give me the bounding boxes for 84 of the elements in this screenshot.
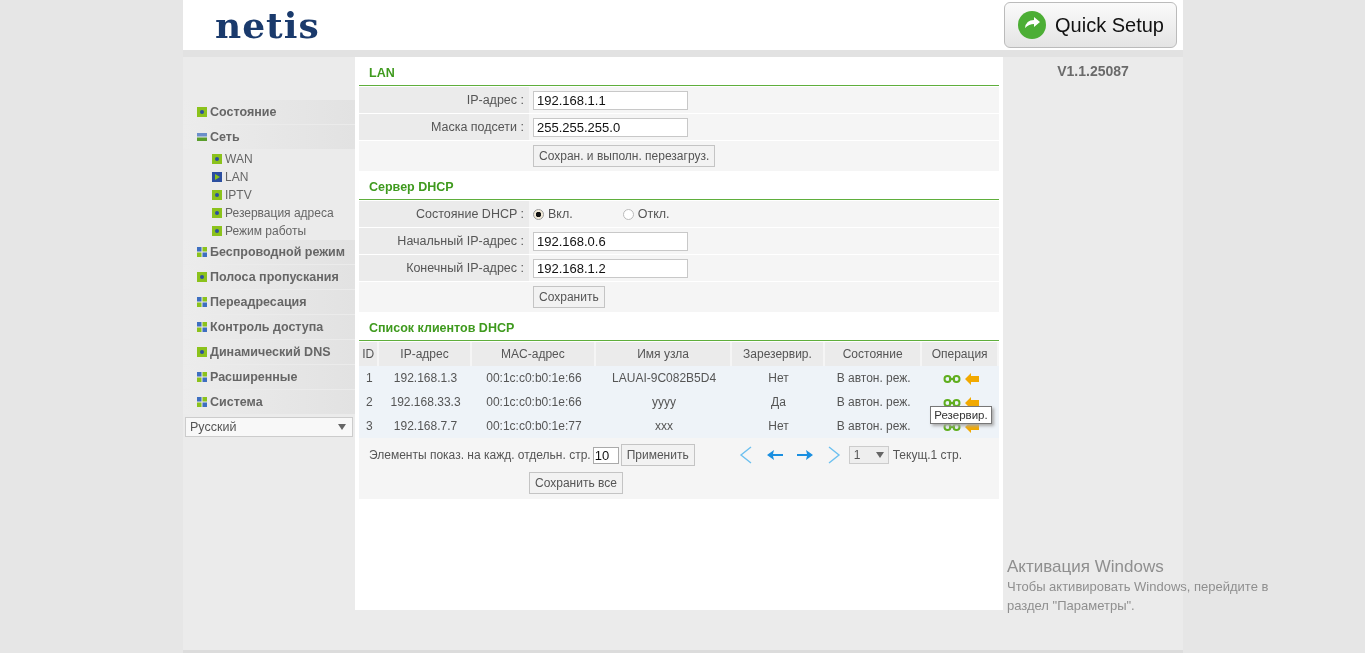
table-cell: В автон. реж.	[825, 366, 923, 390]
table-cell: Нет	[731, 414, 826, 438]
activation-text: Чтобы активировать Windows, перейдите в раздел "Параметры".	[1007, 578, 1270, 615]
table-cell: 192.168.33.3	[379, 390, 472, 414]
column-header: IP-адрес	[379, 342, 472, 366]
apply-button[interactable]: Применить	[620, 444, 695, 466]
link-icon[interactable]	[942, 398, 961, 407]
table-cell: 00:1c:c0:b0:1e:66	[471, 366, 597, 390]
input-field[interactable]: 192.168.1.2	[533, 258, 688, 278]
input-field[interactable]: 192.168.0.6	[533, 231, 688, 251]
plus-icon	[212, 208, 222, 218]
plus-icon	[212, 190, 222, 200]
column-header: MAC-адрес	[471, 342, 597, 366]
section-title: LAN	[359, 57, 999, 86]
link-icon[interactable]	[942, 422, 961, 431]
plus-icon	[197, 272, 207, 282]
submenu-item[interactable]: WAN	[183, 150, 355, 168]
page-select[interactable]: 1	[848, 446, 889, 464]
field-label: Начальный IP-адрес :	[397, 234, 524, 248]
grid-icon	[197, 322, 207, 332]
column-header: ID	[359, 342, 380, 366]
radio-option[interactable]: Откл.	[622, 207, 670, 221]
grid-icon	[197, 247, 207, 257]
column-header: Имя узла	[596, 342, 732, 366]
table-cell: 192.168.7.7	[379, 414, 472, 438]
column-header: Зарезервир.	[731, 342, 826, 366]
submenu-item[interactable]: Режим работы	[183, 222, 355, 240]
per-page-field[interactable]: 10	[592, 446, 619, 464]
save-all-button[interactable]: Сохранить все	[529, 472, 623, 494]
table-cell: В автон. реж.	[825, 390, 923, 414]
plus-icon	[197, 347, 207, 357]
per-page-label: Элементы показ. на кажд. отдельн. стр.	[369, 448, 591, 462]
grid-icon	[197, 397, 207, 407]
table-cell: LAUAI-9C082B5D4	[596, 366, 732, 390]
table-cell: Нет	[731, 366, 826, 390]
link-icon[interactable]	[942, 374, 961, 383]
first-icon[interactable]	[766, 450, 783, 460]
table-cell: 00:1c:c0:b0:1e:66	[471, 390, 597, 414]
field-label: Состояние DHCP :	[416, 207, 524, 221]
minus-icon	[197, 132, 207, 142]
netis-logo: netis	[215, 4, 320, 46]
field-label: IP-адрес :	[466, 93, 524, 107]
refresh-icon	[1017, 10, 1048, 40]
section-title: Сервер DHCP	[359, 171, 999, 200]
table-cell: 3	[359, 414, 380, 438]
activation-title: Активация Windows	[1007, 557, 1165, 577]
radio-option[interactable]: Вкл.	[533, 207, 573, 221]
current-page-label: Текущ.1 стр.	[892, 448, 963, 462]
table-cell: yyyy	[596, 390, 732, 414]
table-cell: В автон. реж.	[825, 414, 923, 438]
play-icon	[212, 172, 222, 182]
table-cell: 00:1c:c0:b0:1e:77	[471, 414, 597, 438]
plus-icon	[197, 107, 207, 117]
save-reboot-button[interactable]: Сохран. и выполн. перезагруз.	[533, 145, 716, 167]
field-label: Маска подсети :	[430, 120, 524, 134]
save-button[interactable]: Сохранить	[533, 286, 605, 308]
quick-setup-button[interactable]: Quick Setup	[1004, 2, 1177, 48]
input-field[interactable]: 255.255.255.0	[533, 117, 688, 137]
table-cell: xxx	[596, 414, 732, 438]
submenu-item[interactable]: Резервация адреса	[183, 204, 355, 222]
language-select[interactable]: Русский	[185, 417, 353, 437]
plus-icon	[212, 154, 222, 164]
tooltip: Резервир.	[930, 406, 992, 424]
column-header: Операция	[922, 342, 999, 366]
submenu-item[interactable]: IPTV	[183, 186, 355, 204]
plus-icon	[212, 226, 222, 236]
table-cell: 192.168.1.3	[379, 366, 472, 390]
arrow-left-icon[interactable]	[964, 372, 979, 385]
caret-icon	[876, 452, 885, 458]
next-icon[interactable]	[826, 446, 841, 464]
last-icon[interactable]	[796, 450, 813, 460]
grid-icon	[197, 372, 207, 382]
caret-icon	[338, 424, 346, 430]
field-label: Конечный IP-адрес :	[406, 261, 524, 275]
previous-icon[interactable]	[738, 446, 753, 464]
section-title: Список клиентов DHCP	[359, 312, 999, 341]
grid-icon	[197, 297, 207, 307]
column-header: Состояние	[825, 342, 923, 366]
table-cell: Да	[731, 390, 826, 414]
firmware-version: V1.1.25087	[1056, 62, 1130, 79]
input-field[interactable]: 192.168.1.1	[533, 90, 688, 110]
table-cell: 1	[359, 366, 380, 390]
table-cell: 2	[359, 390, 380, 414]
submenu-item[interactable]: LAN	[183, 168, 355, 186]
